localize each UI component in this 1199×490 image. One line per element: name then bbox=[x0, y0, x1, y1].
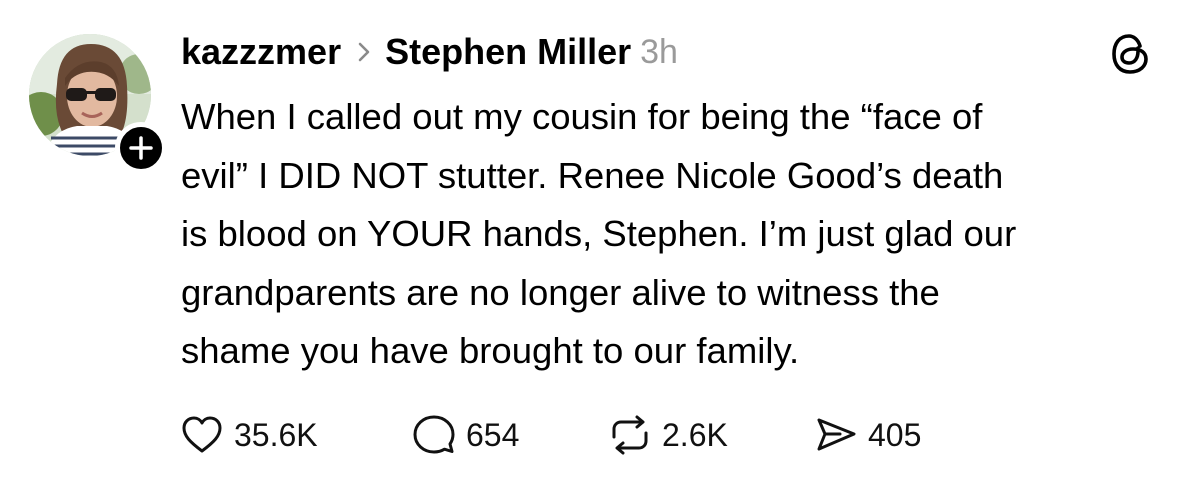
post-text-line: shame you have brought to our family. bbox=[181, 330, 800, 371]
post-header: kazzzmer Stephen Miller 3h bbox=[181, 24, 678, 80]
follow-button[interactable] bbox=[115, 122, 167, 174]
post-body: When I called out my cousin for being th… bbox=[181, 88, 1171, 381]
heart-icon bbox=[182, 416, 222, 453]
avatar-container[interactable] bbox=[29, 34, 167, 174]
post-text-line: When I called out my cousin for being th… bbox=[181, 96, 983, 137]
repost-arrows-icon bbox=[612, 415, 648, 455]
threads-post: kazzzmer Stephen Miller 3h When I called… bbox=[0, 0, 1199, 490]
reply-to-username[interactable]: Stephen Miller bbox=[385, 31, 631, 73]
like-count: 35.6K bbox=[234, 416, 318, 453]
send-icon bbox=[817, 418, 856, 451]
comment-button[interactable]: 654 bbox=[412, 410, 608, 460]
share-button[interactable]: 405 bbox=[814, 410, 974, 460]
post-text-line: is blood on YOUR hands, Stephen. I’m jus… bbox=[181, 213, 1017, 254]
repost-button[interactable]: 2.6K bbox=[608, 410, 814, 460]
plus-icon bbox=[129, 136, 153, 160]
like-button[interactable]: 35.6K bbox=[180, 410, 412, 460]
share-count: 405 bbox=[868, 416, 922, 453]
author-username[interactable]: kazzzmer bbox=[181, 31, 341, 73]
speech-bubble-icon bbox=[413, 415, 455, 454]
post-text-line: grandparents are no longer alive to witn… bbox=[181, 271, 940, 313]
chevron-right-icon bbox=[357, 41, 371, 63]
threads-logo-icon[interactable] bbox=[1108, 32, 1152, 76]
action-bar: 35.6K 654 2.6K 405 bbox=[180, 410, 974, 460]
post-text-line: evil” I DID NOT stutter. Renee Nicole Go… bbox=[181, 154, 1004, 196]
post-time: 3h bbox=[640, 32, 678, 71]
repost-count: 2.6K bbox=[662, 416, 728, 453]
comment-count: 654 bbox=[466, 416, 520, 453]
